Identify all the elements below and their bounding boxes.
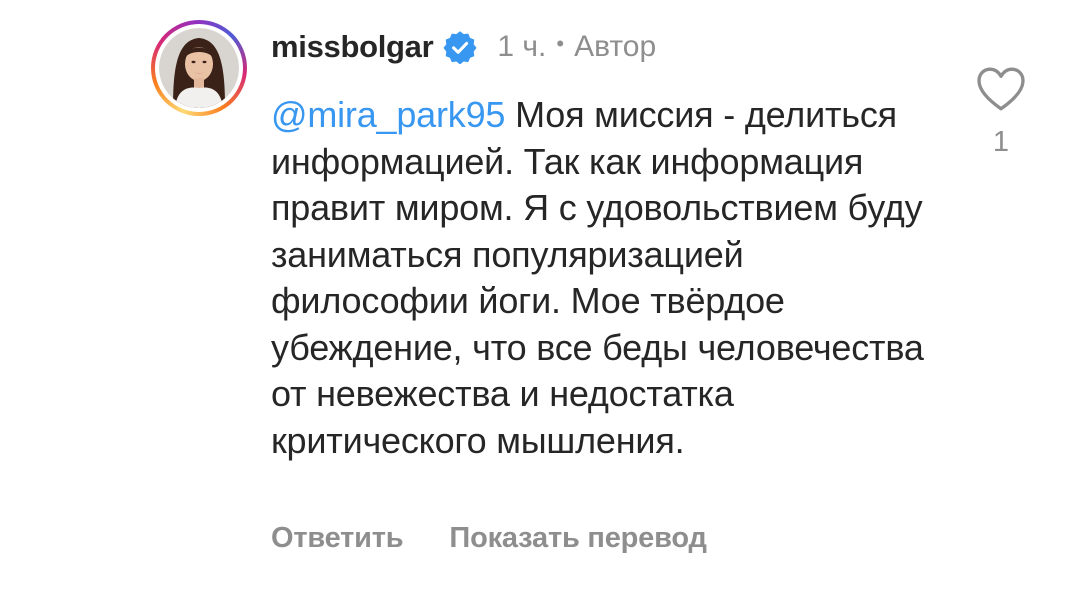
comment-time: 1 ч. — [497, 30, 547, 63]
comment-text: @mira_park95 Моя миссия - делиться инфор… — [271, 92, 931, 464]
comment-body: Моя миссия - делиться информацией. Так к… — [271, 94, 924, 461]
heart-icon[interactable] — [976, 66, 1026, 112]
mention-link[interactable]: @mira_park95 — [271, 94, 505, 135]
meta-separator: • — [556, 31, 565, 56]
like-control: 1 — [972, 66, 1030, 159]
avatar-photo — [159, 28, 239, 108]
author-label: Автор — [574, 30, 657, 63]
avatar[interactable] — [151, 20, 247, 116]
show-translation-button[interactable]: Показать перевод — [449, 522, 706, 555]
comment-actions: Ответить Показать перевод — [271, 522, 707, 555]
like-count: 1 — [992, 126, 1010, 158]
comment-header: missbolgar 1 ч. • Автор — [271, 22, 656, 72]
comment: missbolgar 1 ч. • Автор @mira_park95 Моя… — [0, 0, 1080, 611]
reply-button[interactable]: Ответить — [271, 522, 404, 555]
verified-badge-icon — [443, 31, 477, 64]
username[interactable]: missbolgar — [271, 29, 434, 65]
